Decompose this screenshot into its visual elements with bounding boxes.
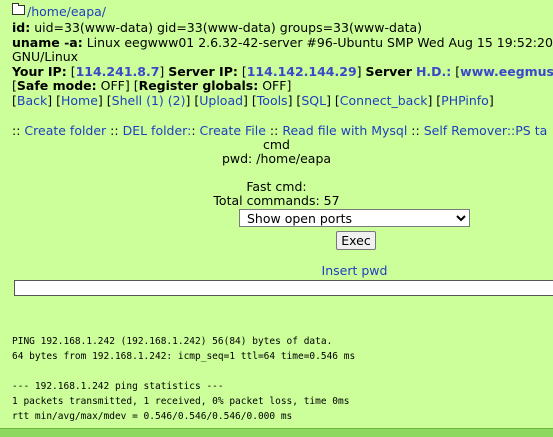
del-folder-link[interactable]: DEL folder:	[123, 123, 192, 138]
nav-sql-link[interactable]: SQL	[301, 93, 326, 108]
your-ip-value: 114.241.8.7	[75, 64, 160, 79]
uname-continuation: GNU/Linux	[12, 49, 79, 64]
uname-label: uname -a:	[12, 35, 83, 50]
nav-tools-link[interactable]: Tools	[257, 93, 288, 108]
hd-link[interactable]: H.D.:	[416, 64, 451, 79]
insert-pwd-link[interactable]: Insert pwd	[322, 263, 388, 278]
safe-mode-label: Safe mode:	[16, 78, 97, 93]
your-ip-label: Your IP:	[12, 64, 67, 79]
id-value: uid=33(www-data) gid=33(www-data) groups…	[30, 20, 423, 35]
path-link[interactable]: /home/eapa/	[27, 4, 106, 19]
exec-button[interactable]: Exec	[336, 231, 376, 250]
command-output: PING 192.168.1.242 (192.168.1.242) 56(84…	[12, 336, 356, 422]
register-globals-label: Register globals:	[138, 78, 259, 93]
ip-line: Your IP: [114.241.8.7] Server IP: [114.1…	[12, 64, 553, 79]
read-file-mysql-link[interactable]: Read file with Mysql	[282, 123, 407, 138]
register-globals-value: OFF]	[258, 78, 292, 93]
nav-home-link[interactable]: Home	[61, 93, 98, 108]
cmd-input[interactable]	[14, 280, 553, 296]
nav-connect-back-link[interactable]: Connect_back	[340, 93, 428, 108]
action-links: :: Create folder :: DEL folder:: Create …	[12, 123, 548, 138]
server-host-link[interactable]: www.eegmus	[460, 64, 553, 79]
nav-back-link[interactable]: Back	[17, 93, 47, 108]
nav-links: [Back] [Home] [Shell (1) (2)] [Upload] […	[12, 93, 494, 108]
create-folder-link[interactable]: Create folder	[24, 123, 106, 138]
nav-upload-link[interactable]: Upload	[199, 93, 243, 108]
insert-pwd-row: Insert pwd	[0, 263, 553, 278]
server-ip-label: Server IP:	[168, 64, 238, 79]
self-remover-link[interactable]: Self Remover::PS ta	[424, 123, 548, 138]
folder-icon	[12, 3, 25, 15]
cmd-label: cmd	[263, 137, 290, 152]
pwd-label: pwd: /home/eapa	[221, 151, 332, 166]
nav-phpinfo-link[interactable]: PHPinfo	[441, 93, 489, 108]
id-line: id: uid=33(www-data) gid=33(www-data) gr…	[12, 20, 422, 35]
fast-cmd-label: Fast cmd:	[246, 179, 307, 194]
create-file-link[interactable]: Create File	[200, 123, 266, 138]
nav-shell-link[interactable]: Shell (1) (2)	[112, 93, 186, 108]
uname-line: uname -a: Linux eegwww01 2.6.32-42-serve…	[12, 35, 553, 50]
id-label: id:	[12, 20, 31, 35]
safe-mode-value: OFF]	[96, 78, 130, 93]
server-ip-value: 114.142.144.29	[246, 64, 357, 79]
fast-cmd-select[interactable]: Show open ports	[239, 209, 470, 227]
server-label: Server	[365, 64, 412, 79]
path-line: /home/eapa/	[12, 3, 106, 19]
total-commands: Total commands: 57	[213, 193, 340, 208]
uname-value: Linux eegwww01 2.6.32-42-server #96-Ubun…	[82, 35, 553, 50]
safe-mode-line: [Safe mode: OFF] [Register globals: OFF]	[12, 78, 292, 93]
